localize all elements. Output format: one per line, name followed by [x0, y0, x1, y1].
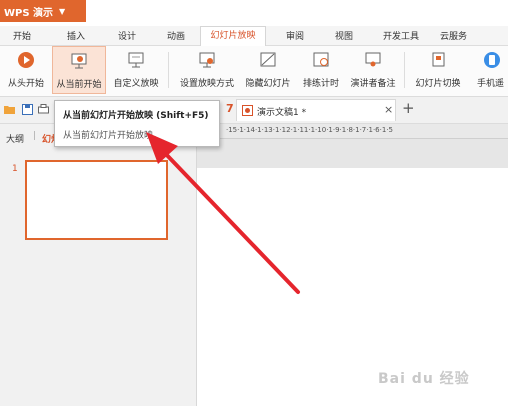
watermark: Bai du 经验 [378, 371, 470, 387]
annotation-arrow [146, 132, 300, 294]
